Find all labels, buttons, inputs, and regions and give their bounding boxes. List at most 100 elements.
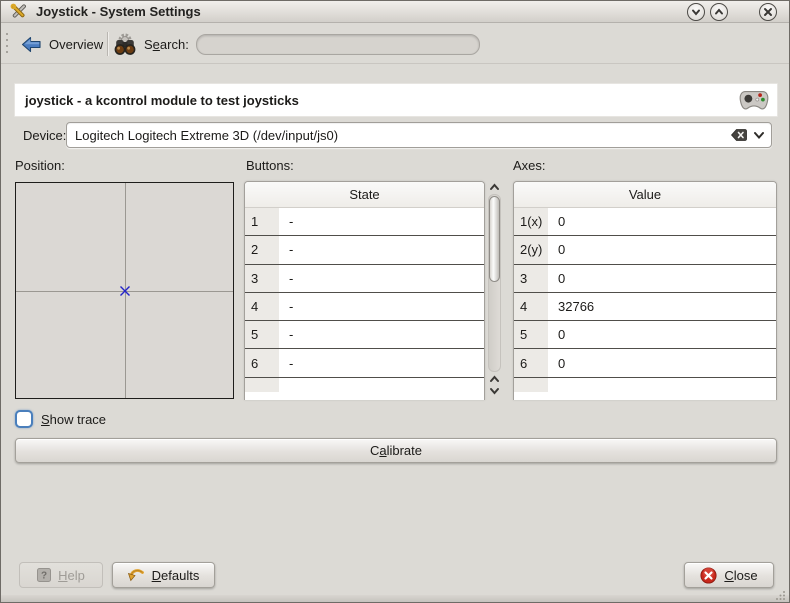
chevron-down-icon	[489, 386, 500, 396]
button-number: 3	[245, 265, 279, 292]
button-state: -	[279, 293, 484, 320]
button-state: -	[279, 349, 484, 376]
table-row: 2(y) 0	[514, 236, 776, 264]
search-input[interactable]	[196, 34, 480, 55]
axis-value: 0	[548, 321, 776, 348]
table-row: 3 -	[245, 265, 484, 293]
search-label: Search:	[144, 37, 189, 52]
button-state: -	[279, 321, 484, 348]
axis-number: 2(y)	[514, 236, 548, 263]
table-row: 6 -	[245, 349, 484, 377]
close-icon	[762, 6, 774, 18]
table-row: 6 0	[514, 349, 776, 377]
axis-value: 0	[548, 349, 776, 376]
button-number: 5	[245, 321, 279, 348]
chevron-down-icon	[690, 6, 702, 18]
table-row: 5 0	[514, 321, 776, 349]
calibrate-label: Calibrate	[370, 443, 422, 458]
table-row: 3 0	[514, 265, 776, 293]
table-row: 4 32766	[514, 293, 776, 321]
axis-value: 32766	[548, 293, 776, 320]
buttons-scrollbar[interactable]	[488, 182, 501, 399]
show-trace-label[interactable]: Show trace	[41, 412, 106, 427]
scroll-up-button-2[interactable]	[489, 374, 500, 384]
button-number: 6	[245, 349, 279, 376]
axis-number: 3	[514, 265, 548, 292]
buttons-table-rows: 1 - 2 - 3 - 4 - 5	[245, 208, 484, 378]
button-number: 4	[245, 293, 279, 320]
close-label: Close	[724, 568, 757, 583]
button-number: 1	[245, 208, 279, 235]
device-combobox[interactable]: Logitech Logitech Extreme 3D (/dev/input…	[66, 122, 772, 148]
scroll-up-button[interactable]	[489, 182, 500, 192]
scroll-down-button[interactable]	[489, 386, 500, 396]
axis-number: 6	[514, 349, 548, 376]
axes-table-rows: 1(x) 0 2(y) 0 3 0 4 32766	[514, 208, 776, 378]
button-state: -	[279, 208, 484, 235]
chevron-down-icon	[753, 131, 765, 140]
shade-button[interactable]	[687, 3, 705, 21]
calibrate-button[interactable]: Calibrate	[15, 438, 777, 463]
axis-number: 5	[514, 321, 548, 348]
axis-number: 1(x)	[514, 208, 548, 235]
resize-grip[interactable]	[776, 590, 786, 600]
module-title: joystick - a kcontrol module to test joy…	[25, 93, 299, 108]
button-state: -	[279, 265, 484, 292]
help-label: Help	[58, 568, 85, 583]
scrollbar-thumb[interactable]	[489, 196, 500, 282]
maximize-button[interactable]	[710, 3, 728, 21]
svg-text:?: ?	[41, 571, 47, 582]
axis-value: 0	[548, 265, 776, 292]
toolbar: Overview Search:	[1, 24, 789, 64]
joystick-x-marker	[119, 285, 131, 297]
back-arrow-icon	[21, 36, 42, 53]
table-row-partial	[514, 378, 776, 392]
overview-label: Overview	[49, 37, 103, 52]
table-row: 5 -	[245, 321, 484, 349]
window-bottom-edge	[1, 595, 789, 602]
table-row: 2 -	[245, 236, 484, 264]
clear-backspace-icon	[731, 129, 747, 141]
undo-defaults-icon	[128, 568, 145, 582]
overview-button[interactable]: Overview	[15, 30, 109, 58]
close-red-icon	[700, 567, 717, 584]
device-value: Logitech Logitech Extreme 3D (/dev/input…	[75, 128, 731, 143]
buttons-table-header: State	[245, 182, 484, 208]
window-title: Joystick - System Settings	[36, 4, 201, 19]
joystick-position-pad	[15, 182, 234, 399]
titlebar[interactable]: Joystick - System Settings	[1, 1, 789, 23]
table-row: 1(x) 0	[514, 208, 776, 236]
help-icon: ?	[37, 568, 51, 582]
chevron-up-icon	[489, 182, 500, 192]
device-label: Device:	[23, 128, 66, 143]
gamepad-icon	[739, 89, 769, 112]
module-header: joystick - a kcontrol module to test joy…	[14, 83, 778, 117]
binoculars-search-icon	[113, 32, 137, 57]
defaults-label: Defaults	[152, 568, 200, 583]
combo-dropdown-arrow[interactable]	[753, 131, 765, 140]
close-window-button[interactable]	[759, 3, 777, 21]
help-button[interactable]: ? Help	[19, 562, 103, 588]
axis-number: 4	[514, 293, 548, 320]
tools-app-icon	[10, 3, 27, 20]
table-row: 1 -	[245, 208, 484, 236]
axis-value: 0	[548, 208, 776, 235]
axis-value: 0	[548, 236, 776, 263]
button-state: -	[279, 236, 484, 263]
defaults-button[interactable]: Defaults	[112, 562, 215, 588]
show-trace-checkbox[interactable]	[15, 410, 33, 428]
position-label: Position:	[15, 158, 65, 173]
table-row-partial	[245, 378, 484, 392]
toolbar-separator	[107, 32, 108, 56]
axes-table-header: Value	[514, 182, 776, 208]
clear-device-button[interactable]	[731, 129, 747, 141]
system-settings-window: Joystick - System Settings Overview	[0, 0, 790, 603]
chevron-up-icon	[489, 374, 500, 384]
button-number: 2	[245, 236, 279, 263]
buttons-label: Buttons:	[246, 158, 294, 173]
chevron-up-icon	[713, 6, 725, 18]
toolbar-drag-handle[interactable]	[6, 33, 8, 57]
axes-table: Value 1(x) 0 2(y) 0 3 0 4	[513, 181, 777, 400]
close-button[interactable]: Close	[684, 562, 774, 588]
table-row: 4 -	[245, 293, 484, 321]
